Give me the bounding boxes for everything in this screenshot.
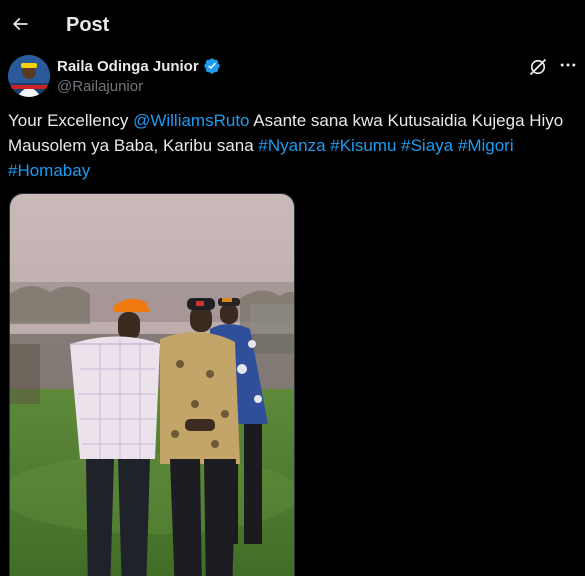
author-name-row[interactable]: Raila Odinga Junior [57, 57, 221, 75]
avatar-image [8, 55, 50, 97]
more-options-icon[interactable] [558, 55, 578, 75]
arrow-left-icon [12, 17, 28, 31]
mention-link[interactable]: @WilliamsRuto [133, 111, 249, 130]
hashtag-link[interactable]: #Kisumu [330, 136, 396, 155]
tweet-photo[interactable] [9, 193, 295, 576]
hashtag-link[interactable]: #Siaya [401, 136, 453, 155]
avatar[interactable] [8, 55, 50, 97]
hashtag-link[interactable]: #Homabay [8, 161, 90, 180]
hashtag-link[interactable]: #Migori [458, 136, 514, 155]
author-block: Raila Odinga Junior @Railajunior [8, 55, 578, 99]
author-handle[interactable]: @Railajunior [57, 78, 143, 95]
page-title: Post [66, 14, 110, 36]
verified-badge-icon [204, 58, 220, 74]
tweet-text: Your Excellency @WilliamsRuto Asante san… [8, 108, 578, 183]
tweet-text-part: Your Excellency [8, 111, 134, 130]
author-name[interactable]: Raila Odinga Junior [57, 58, 199, 75]
back-button[interactable] [8, 12, 32, 36]
photo-image [10, 194, 294, 576]
grok-icon[interactable] [528, 57, 548, 77]
hashtag-link[interactable]: #Nyanza [258, 136, 325, 155]
top-bar: Post [0, 0, 585, 53]
